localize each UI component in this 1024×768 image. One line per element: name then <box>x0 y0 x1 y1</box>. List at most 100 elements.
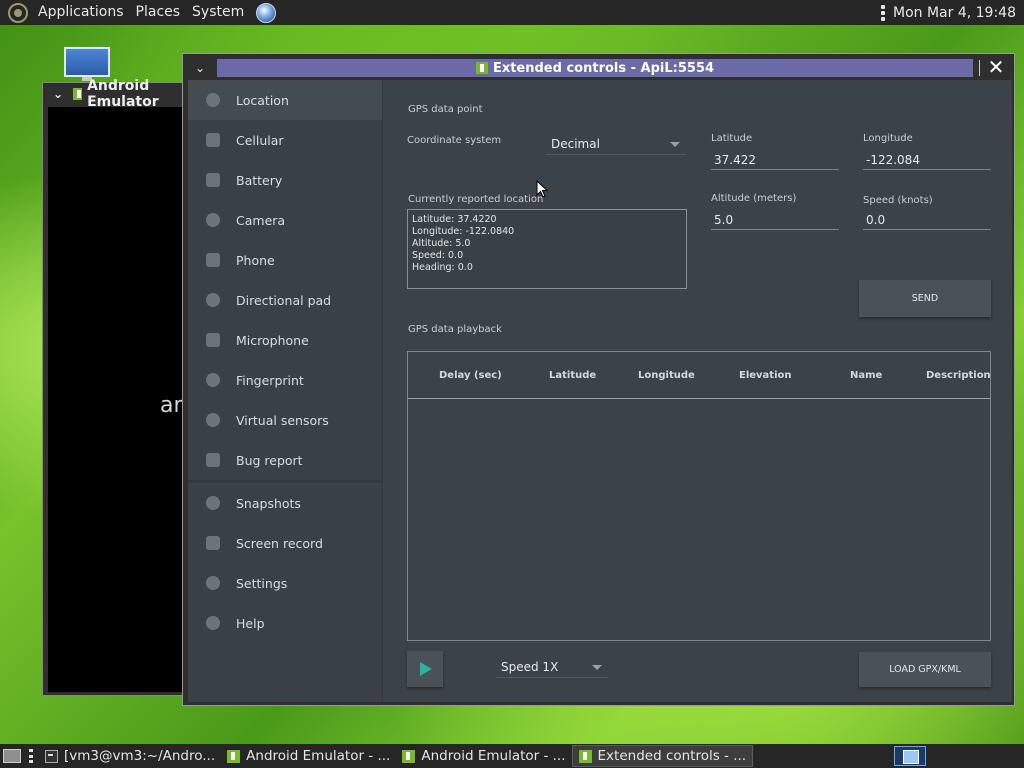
android-icon <box>402 749 416 763</box>
sidebar-item-label: Screen record <box>236 535 323 551</box>
menu-applications[interactable]: Applications <box>32 0 130 25</box>
speed-input[interactable]: 0.0 <box>863 210 991 230</box>
caret-down-icon <box>592 665 602 670</box>
workspace-switcher[interactable] <box>894 746 926 766</box>
load-gpx-kml-button[interactable]: LOAD GPX/KML <box>859 652 991 687</box>
task-label: Android Emulator - ... <box>421 748 566 764</box>
sidebar-item-label: Directional pad <box>236 292 332 308</box>
coordinate-system-label: Coordinate system <box>407 135 502 146</box>
window-menu-chevron-icon[interactable]: ⌄ <box>183 61 217 75</box>
reported-heading: Heading: 0.0 <box>412 262 473 273</box>
panel-right: Mon Mar 4, 19:48 <box>881 4 1024 21</box>
emulator-titlebar[interactable]: ⌄ Android Emulator <box>43 78 191 110</box>
titlebar-separator <box>979 60 980 76</box>
location-icon <box>206 93 220 107</box>
video-icon <box>206 536 220 550</box>
coordinate-system-dropdown[interactable]: Decimal <box>546 133 686 155</box>
sidebar-item-label: Fingerprint <box>236 372 304 388</box>
emulator-title: Android Emulator <box>87 78 159 110</box>
col-description[interactable]: Description <box>926 370 991 381</box>
sidebar-item-label: Microphone <box>236 332 309 348</box>
task-android-emulator-1[interactable]: Android Emulator - ... <box>221 745 396 767</box>
reported-longitude: Longitude: -122.0840 <box>412 226 515 237</box>
sidebar-item-help[interactable]: Help <box>188 603 382 643</box>
sidebar-item-camera[interactable]: Camera <box>188 200 382 240</box>
latitude-input[interactable]: 37.422 <box>711 150 839 170</box>
reported-altitude: Altitude: 5.0 <box>412 238 471 249</box>
phone-icon <box>206 253 220 267</box>
altitude-input[interactable]: 5.0 <box>711 210 839 230</box>
task-extended-controls[interactable]: Extended controls - ... <box>571 745 754 767</box>
sidebar-item-microphone[interactable]: Microphone <box>188 320 382 360</box>
signal-icon <box>206 133 220 147</box>
col-elevation[interactable]: Elevation <box>739 370 792 381</box>
web-browser-icon[interactable] <box>256 2 277 23</box>
help-icon <box>206 616 220 630</box>
window-body: Location Cellular Battery Camera Phone D… <box>188 80 1012 702</box>
sidebar-item-bug-report[interactable]: Bug report <box>188 440 382 480</box>
speed-label: Speed (knots) <box>863 195 933 206</box>
reported-location-label: Currently reported location <box>408 194 544 205</box>
sidebar-item-fingerprint[interactable]: Fingerprint <box>188 360 382 400</box>
sidebar-item-battery[interactable]: Battery <box>188 160 382 200</box>
send-button[interactable]: SEND <box>859 280 991 317</box>
top-panel: Applications Places System Mon Mar 4, 19… <box>0 0 1024 25</box>
window-title-bar[interactable]: Extended controls - ApiL:5554 <box>217 59 973 77</box>
sidebar-item-label: Settings <box>236 575 288 591</box>
extended-controls-window: ⌄ Extended controls - ApiL:5554 ✕ Locati… <box>182 53 1015 706</box>
sidebar-item-label: Phone <box>236 252 275 268</box>
sidebar: Location Cellular Battery Camera Phone D… <box>188 80 383 702</box>
kebab-icon[interactable] <box>881 4 885 21</box>
sidebar-item-label: Virtual sensors <box>236 412 329 428</box>
col-delay[interactable]: Delay (sec) <box>439 370 502 381</box>
sidebar-item-label: Snapshots <box>236 495 301 511</box>
task-android-emulator-2[interactable]: Android Emulator - ... <box>396 745 571 767</box>
close-button[interactable]: ✕ <box>986 57 1006 77</box>
col-name[interactable]: Name <box>850 370 882 381</box>
terminal-icon <box>45 749 58 763</box>
sidebar-item-directional-pad[interactable]: Directional pad <box>188 280 382 320</box>
menu-places[interactable]: Places <box>130 0 187 25</box>
sidebar-item-screen-record[interactable]: Screen record <box>188 523 382 563</box>
sidebar-item-label: Help <box>236 615 265 631</box>
gear-icon <box>206 576 220 590</box>
task-label: Extended controls - ... <box>597 748 747 764</box>
menu-system[interactable]: System <box>186 0 250 25</box>
table-header: Delay (sec) Latitude Longitude Elevation… <box>408 352 991 399</box>
android-app-icon <box>475 62 488 74</box>
microphone-icon <box>206 333 220 347</box>
col-latitude[interactable]: Latitude <box>549 370 596 381</box>
clock[interactable]: Mon Mar 4, 19:48 <box>893 5 1016 21</box>
show-desktop-icon[interactable] <box>3 749 21 763</box>
sidebar-item-virtual-sensors[interactable]: Virtual sensors <box>188 400 382 440</box>
sidebar-item-settings[interactable]: Settings <box>188 563 382 603</box>
sidebar-item-label: Battery <box>236 172 283 188</box>
distro-logo-icon[interactable] <box>8 2 28 23</box>
gps-data-point-heading: GPS data point <box>408 104 483 115</box>
sidebar-item-phone[interactable]: Phone <box>188 240 382 280</box>
sidebar-item-snapshots[interactable]: Snapshots <box>188 483 382 523</box>
longitude-input[interactable]: -122.084 <box>863 150 991 170</box>
window-titlebar[interactable]: ⌄ Extended controls - ApiL:5554 ✕ <box>183 54 1014 81</box>
computer-desktop-icon[interactable] <box>64 47 110 81</box>
latitude-label: Latitude <box>711 133 753 144</box>
caret-down-icon <box>670 142 680 147</box>
sidebar-item-cellular[interactable]: Cellular <box>188 120 382 160</box>
col-longitude[interactable]: Longitude <box>638 370 695 381</box>
window-menu-chevron-icon[interactable]: ⌄ <box>53 87 63 101</box>
battery-icon <box>206 173 220 187</box>
task-terminal[interactable]: [vm3@vm3:~/Andro... <box>39 745 221 767</box>
play-button[interactable] <box>407 651 443 687</box>
sidebar-item-label: Bug report <box>236 452 303 468</box>
reported-latitude: Latitude: 37.4220 <box>412 214 497 225</box>
longitude-label: Longitude <box>863 133 913 144</box>
playback-speed-dropdown[interactable]: Speed 1X <box>496 656 608 678</box>
gps-playback-table[interactable]: Delay (sec) Latitude Longitude Elevation… <box>407 351 991 641</box>
android-app-icon <box>73 88 83 100</box>
coordinate-system-value: Decimal <box>551 137 600 151</box>
taskbar-handle-icon[interactable] <box>29 749 33 763</box>
emulator-screen[interactable]: an <box>48 107 190 692</box>
sidebar-item-location[interactable]: Location <box>188 80 382 120</box>
task-label: Android Emulator - ... <box>246 748 391 764</box>
playback-speed-value: Speed 1X <box>501 660 559 674</box>
